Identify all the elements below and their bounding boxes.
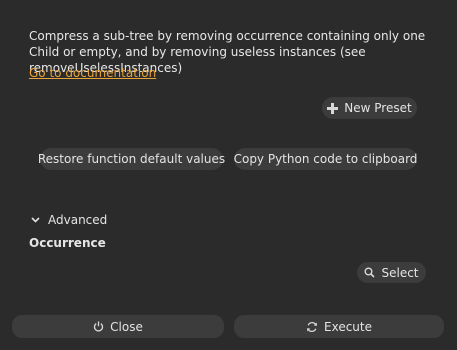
advanced-toggle[interactable]: Advanced (31, 213, 107, 227)
plus-icon (327, 102, 339, 114)
copy-python-label: Copy Python code to clipboard (233, 152, 418, 166)
power-icon (93, 321, 104, 332)
select-label: Select (381, 265, 419, 280)
close-label: Close (110, 319, 143, 334)
occurrence-label: Occurrence (29, 236, 106, 250)
search-icon (364, 267, 376, 278)
close-button[interactable]: Close (12, 315, 224, 338)
chevron-down-icon (31, 217, 40, 223)
refresh-icon (306, 321, 318, 333)
execute-label: Execute (324, 319, 372, 334)
copy-python-button[interactable]: Copy Python code to clipboard (234, 148, 417, 170)
select-button[interactable]: Select (357, 262, 426, 283)
execute-button[interactable]: Execute (234, 315, 444, 338)
restore-defaults-button[interactable]: Restore function default values (37, 148, 226, 170)
new-preset-button[interactable]: New Preset (322, 97, 417, 119)
function-dialog: Compress a sub-tree by removing occurren… (0, 0, 457, 350)
restore-defaults-label: Restore function default values (37, 152, 226, 166)
advanced-label: Advanced (48, 213, 108, 227)
new-preset-label: New Preset (344, 101, 412, 115)
documentation-link[interactable]: Go to documentation (29, 65, 156, 81)
